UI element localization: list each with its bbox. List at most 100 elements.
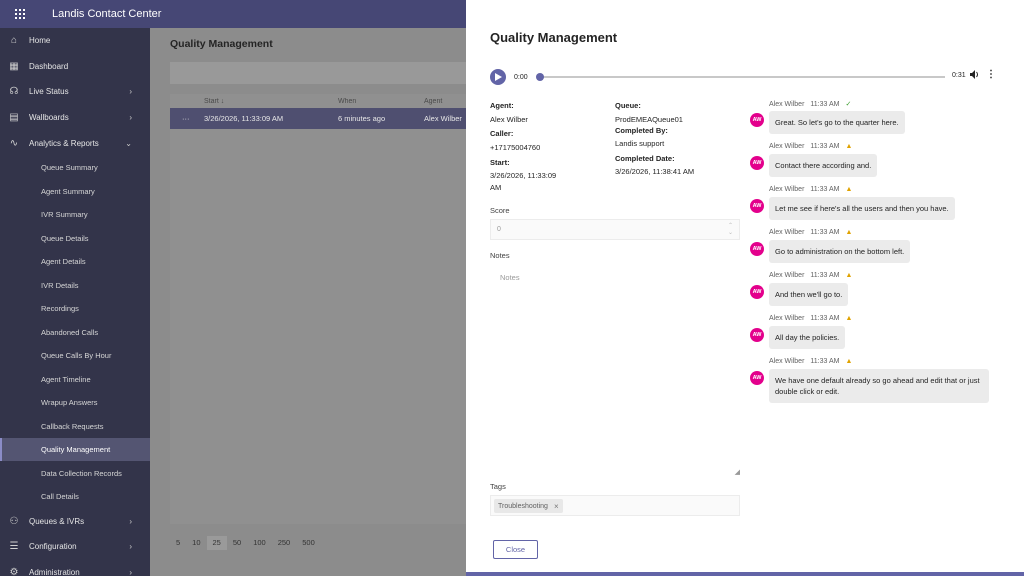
transcript-message: Alex Wilber 11:33 AM ▲ AW Contact there acco… xyxy=(750,143,1000,185)
tags-label: Tags xyxy=(490,482,506,491)
sidebar-subitem[interactable]: Agent Summary xyxy=(0,179,150,203)
sidebar-item-queues-ivrs[interactable]: ⚇ Queues & IVRs › xyxy=(0,508,150,534)
tag-label: Troubleshooting xyxy=(498,502,548,510)
app-title: Landis Contact Center xyxy=(52,8,162,20)
sidebar-item-configuration[interactable]: ☰ Configuration › xyxy=(0,534,150,560)
volume-icon[interactable] xyxy=(970,70,980,81)
chevron-right-icon: › xyxy=(129,542,132,552)
people-icon: ⚇ xyxy=(9,515,19,527)
chevron-right-icon: › xyxy=(129,567,132,576)
message-time: 11:33 AM xyxy=(810,272,840,279)
sidebar-item-wallboards[interactable]: ▤ Wallboards › xyxy=(0,105,150,131)
tags-input[interactable]: Troubleshooting × xyxy=(490,495,740,516)
sidebar-item-dashboard[interactable]: ▦ Dashboard xyxy=(0,54,150,80)
more-options-icon[interactable]: ⋮ xyxy=(986,69,996,80)
cell-when: 6 minutes ago xyxy=(338,114,386,123)
message-meta: Alex Wilber 11:33 AM ▲ xyxy=(769,272,852,279)
tag-chip[interactable]: Troubleshooting × xyxy=(494,499,563,513)
seek-handle[interactable] xyxy=(536,73,544,81)
close-button[interactable]: Close xyxy=(493,540,538,559)
message-bubble: All day the policies. xyxy=(769,326,846,349)
play-button[interactable] xyxy=(490,69,506,85)
column-header-start[interactable]: Start ↓ xyxy=(204,98,338,105)
message-meta: Alex Wilber 11:33 AM ▲ xyxy=(769,143,852,150)
notes-textarea[interactable]: Notes ◢ xyxy=(490,264,740,476)
sidebar-subitems: Queue Summary Agent Summary IVR Summary Que… xyxy=(0,156,150,509)
sidebar-item-administration[interactable]: ⚙ Administration › xyxy=(0,560,150,576)
transcript-message: Alex Wilber 11:33 AM ▲ AW All day the polici… xyxy=(750,315,1000,357)
avatar: AW xyxy=(750,199,764,213)
current-time: 0:00 xyxy=(514,73,528,81)
sidebar-subitem[interactable]: Queue Details xyxy=(0,226,150,250)
page-size-option[interactable]: 50 xyxy=(227,536,247,550)
spinner-icon[interactable]: ⌃ ⌄ xyxy=(728,223,733,237)
sidebar-subitem[interactable]: IVR Summary xyxy=(0,203,150,227)
start-value-line2: AM xyxy=(490,182,502,192)
sidebar-subitem[interactable]: Call Details xyxy=(0,485,150,509)
page-size-option[interactable]: 25 xyxy=(206,536,227,550)
row-menu-icon[interactable]: ··· xyxy=(170,114,204,123)
sidebar-subitem[interactable]: Callback Requests xyxy=(0,414,150,438)
sidebar-item-label: Dashboard xyxy=(29,61,69,71)
remove-tag-icon[interactable]: × xyxy=(554,502,559,511)
message-speaker: Alex Wilber xyxy=(769,272,805,279)
warning-icon: ▲ xyxy=(845,272,853,279)
play-icon xyxy=(494,73,502,81)
column-header-when[interactable]: When xyxy=(338,98,424,105)
start-label: Start: xyxy=(490,158,510,167)
column-header-agent[interactable]: Agent xyxy=(424,98,470,105)
message-speaker: Alex Wilber xyxy=(769,186,805,193)
message-time: 11:33 AM xyxy=(810,143,840,150)
grid-icon: ▤ xyxy=(9,112,19,124)
page-title: Quality Management xyxy=(170,38,273,50)
sidebar-subitem[interactable]: Recordings xyxy=(0,297,150,321)
page-size-option[interactable]: 500 xyxy=(296,536,321,550)
transcript-message: Alex Wilber 11:33 AM ✓ AW Great. So let's go… xyxy=(750,100,1000,142)
message-speaker: Alex Wilber xyxy=(769,315,805,322)
page-size-option[interactable]: 100 xyxy=(247,536,272,550)
sidebar-item-analytics-reports[interactable]: ∿ Analytics & Reports ⌄ xyxy=(0,130,150,156)
sidebar-subitem[interactable]: Queue Summary xyxy=(0,156,150,180)
message-bubble: We have one default already so go ahead … xyxy=(769,369,989,403)
completed-by-value: Landis support xyxy=(615,139,665,148)
page-size-option[interactable]: 250 xyxy=(272,536,297,550)
warning-icon: ▲ xyxy=(845,229,853,236)
score-value: 0 xyxy=(497,226,501,233)
sidebar-subitem[interactable]: Queue Calls By Hour xyxy=(0,344,150,368)
message-meta: Alex Wilber 11:33 AM ✓ xyxy=(769,100,851,108)
sidebar-subitem[interactable]: Abandoned Calls xyxy=(0,320,150,344)
table-row[interactable]: ··· 3/26/2026, 11:33:09 AM 6 minutes ago… xyxy=(170,108,470,129)
sidebar-item-label: Configuration xyxy=(29,542,77,552)
chevron-right-icon: › xyxy=(129,516,132,526)
resize-grip-icon[interactable]: ◢ xyxy=(735,468,740,476)
page-size-selector: 5 10 25 50 100 250 500 xyxy=(170,536,321,550)
sidebar-item-live-status[interactable]: ☊ Live Status › xyxy=(0,79,150,105)
transcript-message: Alex Wilber 11:33 AM ▲ AW Let me see if here… xyxy=(750,186,1000,228)
sidebar-subitem[interactable]: Wrapup Answers xyxy=(0,391,150,415)
quality-management-panel: Quality Management 0:00 0:31 ⋮ Agent: Al… xyxy=(466,0,1024,576)
sidebar-item-home[interactable]: ⌂ Home xyxy=(0,28,150,54)
sidebar-subitem[interactable]: Quality Management xyxy=(0,437,150,462)
sidebar-subitem[interactable]: IVR Details xyxy=(0,273,150,297)
page-size-option[interactable]: 10 xyxy=(186,536,206,550)
page-size-option[interactable]: 5 xyxy=(170,536,186,550)
sidebar-subitem[interactable]: Agent Timeline xyxy=(0,367,150,391)
avatar: AW xyxy=(750,242,764,256)
sidebar-item-label: Administration xyxy=(29,567,80,576)
warning-icon: ▲ xyxy=(845,143,853,150)
chevron-right-icon: › xyxy=(129,87,132,97)
message-time: 11:33 AM xyxy=(810,358,840,365)
message-speaker: Alex Wilber xyxy=(769,358,805,365)
sidebar-subitem[interactable]: Data Collection Records xyxy=(0,461,150,485)
cell-start: 3/26/2026, 11:33:09 AM xyxy=(204,114,284,123)
seek-track[interactable] xyxy=(540,76,945,78)
panel-title: Quality Management xyxy=(490,30,618,45)
message-bubble: Great. So let's go to the quarter here. xyxy=(769,111,905,134)
message-meta: Alex Wilber 11:33 AM ▲ xyxy=(769,358,852,365)
dashboard-icon: ▦ xyxy=(9,60,19,72)
grid-header: Start ↓ When Agent xyxy=(170,94,470,108)
sidebar-subitem[interactable]: Agent Details xyxy=(0,250,150,274)
score-input[interactable]: 0 ⌃ ⌄ xyxy=(490,219,740,240)
waffle-icon[interactable] xyxy=(0,0,40,28)
message-bubble: Let me see if here's all the users and t… xyxy=(769,197,955,220)
